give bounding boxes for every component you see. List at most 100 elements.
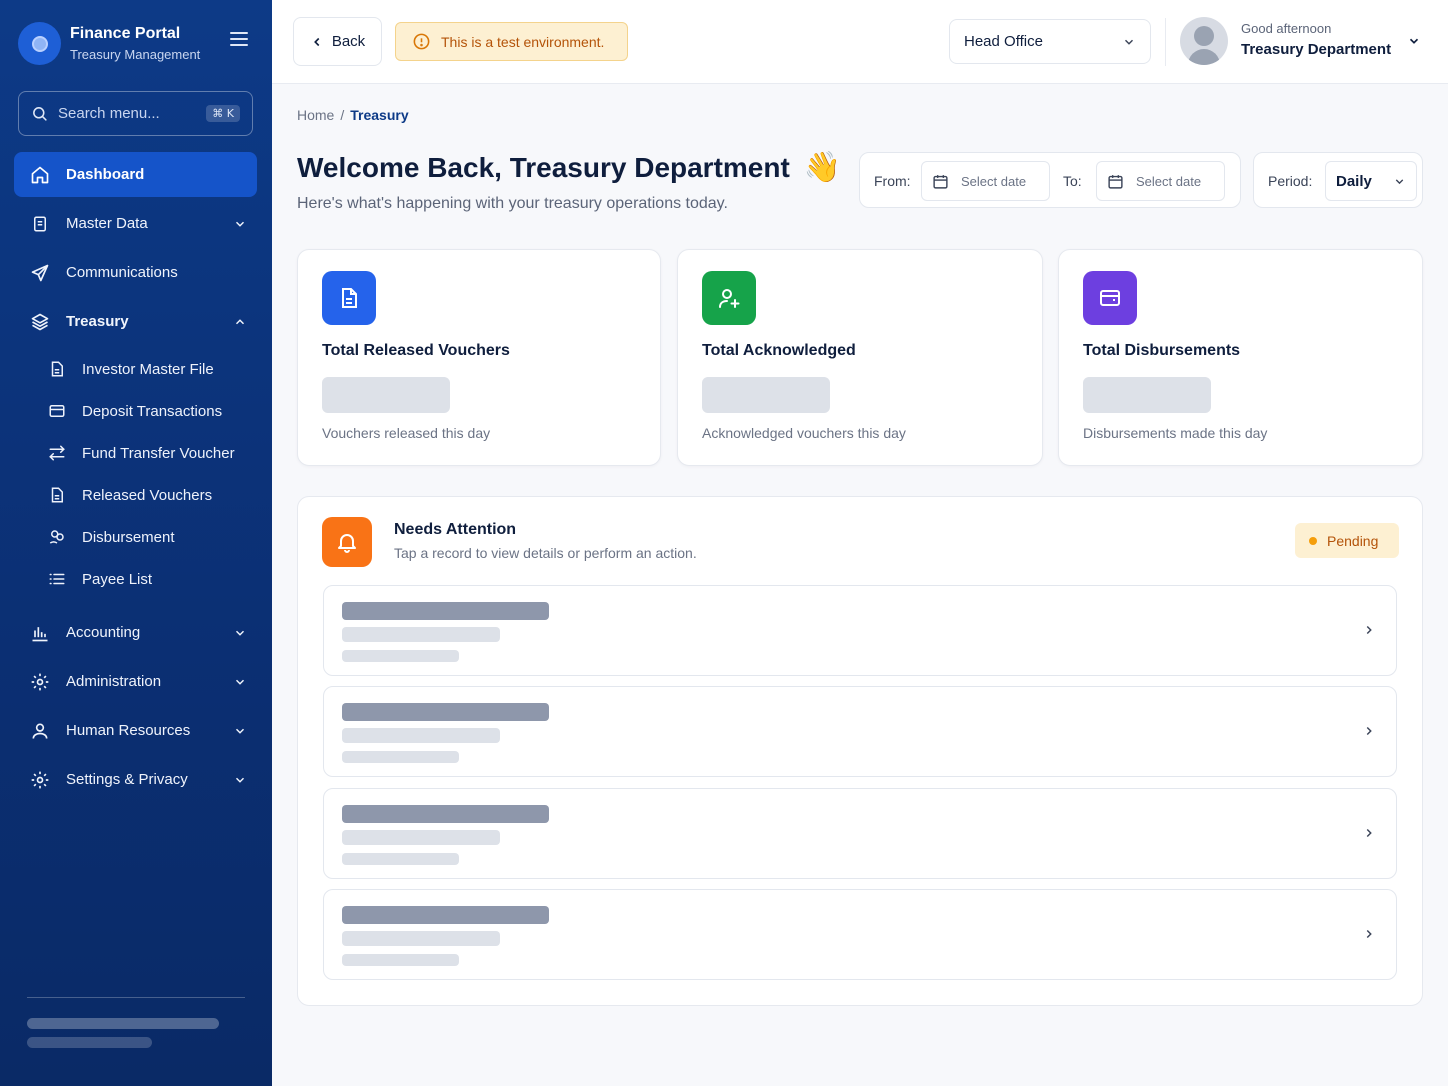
status-badge: Pending xyxy=(1295,523,1399,558)
send-icon xyxy=(30,263,50,283)
document-icon xyxy=(322,271,376,325)
search-input[interactable]: Search menu... ⌘ K xyxy=(18,91,253,136)
chevron-left-icon xyxy=(313,37,320,46)
brand-logo xyxy=(18,22,61,65)
to-label: To: xyxy=(1063,173,1082,189)
calendar-icon xyxy=(1108,174,1123,189)
stat-card-acknowledged[interactable]: Total Acknowledged Acknowledged vouchers… xyxy=(677,249,1043,466)
card-icon xyxy=(49,405,65,417)
sidebar-subitem-label: Released Vouchers xyxy=(82,486,213,504)
needs-attention-subtitle: Tap a record to view details or perform … xyxy=(394,545,697,561)
list-item[interactable] xyxy=(323,889,1397,980)
sidebar-item-master-data[interactable]: Master Data xyxy=(14,201,257,246)
sidebar-item-human-resources[interactable]: Human Resources xyxy=(14,708,257,753)
list-item[interactable] xyxy=(323,585,1397,676)
to-date-input[interactable]: Select date xyxy=(1096,161,1225,201)
chevron-down-icon xyxy=(235,728,245,734)
period-label: Period: xyxy=(1268,173,1313,189)
layers-icon xyxy=(30,312,50,332)
sidebar-item-accounting[interactable]: Accounting xyxy=(14,610,257,655)
page-subtitle: Here's what's happening with your treasu… xyxy=(297,195,728,212)
office-select[interactable]: Head Office xyxy=(949,19,1151,64)
stat-card-title: Total Disbursements xyxy=(1083,342,1241,359)
sidebar-divider xyxy=(27,997,245,998)
needs-attention-title: Needs Attention xyxy=(394,521,517,538)
sidebar-subitem-disbursement[interactable]: Disbursement xyxy=(14,516,257,558)
chevron-down-icon xyxy=(235,777,245,783)
list-item[interactable] xyxy=(323,788,1397,879)
gear-icon xyxy=(30,770,50,790)
chevron-right-icon xyxy=(1366,929,1372,939)
search-icon xyxy=(33,107,47,121)
needs-attention-panel: Needs Attention Tap a record to view det… xyxy=(297,496,1423,1006)
file-icon xyxy=(51,361,63,377)
stat-card-disbursements[interactable]: Total Disbursements Disbursements made t… xyxy=(1058,249,1423,466)
sidebar-subitem-investor-master-file[interactable]: Investor Master File xyxy=(14,348,257,390)
stat-card-description: Disbursements made this day xyxy=(1083,425,1268,441)
sidebar-subitem-label: Disbursement xyxy=(82,528,175,546)
transfer-icon xyxy=(49,445,65,461)
chevron-down-icon[interactable] xyxy=(1407,34,1421,48)
from-date-placeholder: Select date xyxy=(961,173,1027,189)
status-dot xyxy=(1309,536,1317,545)
list-icon xyxy=(49,573,65,585)
sidebar-item-label: Administration xyxy=(66,673,162,690)
sidebar-item-administration[interactable]: Administration xyxy=(14,659,257,704)
stat-value-skeleton xyxy=(702,377,830,413)
chevron-down-icon xyxy=(235,630,245,636)
breadcrumb-separator: / xyxy=(340,107,345,123)
sidebar-item-label: Accounting xyxy=(66,624,141,641)
sidebar-item-label: Communications xyxy=(66,264,178,281)
sidebar-nav: Dashboard Master Data Communications Tre… xyxy=(14,152,257,806)
sidebar-item-settings-privacy[interactable]: Settings & Privacy xyxy=(14,757,257,802)
chevron-down-icon xyxy=(235,679,245,685)
sidebar-item-treasury[interactable]: Treasury xyxy=(14,299,257,344)
brand-subtitle: Treasury Management xyxy=(70,46,201,62)
topbar: Back This is a test environment. Head Of… xyxy=(272,0,1448,84)
period-value: Daily xyxy=(1336,172,1372,190)
topbar-divider xyxy=(1165,18,1166,66)
period-select[interactable]: Daily xyxy=(1325,161,1417,201)
chevron-right-icon xyxy=(1366,726,1372,736)
sidebar-subitem-label: Payee List xyxy=(82,570,153,588)
sidebar-subitem-payee-list[interactable]: Payee List xyxy=(14,558,257,600)
gear-icon xyxy=(30,672,50,692)
from-date-input[interactable]: Select date xyxy=(921,161,1050,201)
search-placeholder: Search menu... xyxy=(58,105,160,122)
chevron-down-icon xyxy=(1124,39,1134,45)
user-menu[interactable]: Good afternoon Treasury Department xyxy=(1180,17,1391,65)
period-filter: Period: Daily xyxy=(1253,152,1423,208)
stat-card-title: Total Acknowledged xyxy=(702,342,856,359)
sidebar-subitem-released-vouchers[interactable]: Released Vouchers xyxy=(14,474,257,516)
chevron-up-icon xyxy=(235,318,245,324)
sidebar-subitem-deposit-transactions[interactable]: Deposit Transactions xyxy=(14,390,257,432)
list-item[interactable] xyxy=(323,686,1397,777)
brand-title: Finance Portal xyxy=(70,24,181,42)
stat-card-released-vouchers[interactable]: Total Released Vouchers Vouchers release… xyxy=(297,249,661,466)
status-badge-label: Pending xyxy=(1327,532,1379,549)
brand: Finance Portal Treasury Management xyxy=(18,22,200,65)
info-icon xyxy=(413,33,430,50)
date-range-filter: From: Select date To: Select date xyxy=(859,152,1241,208)
sidebar: Finance Portal Treasury Management Searc… xyxy=(0,0,272,1086)
sidebar-footer-skeleton xyxy=(27,1037,152,1048)
back-button[interactable]: Back xyxy=(293,17,382,66)
sidebar-item-label: Human Resources xyxy=(66,722,191,739)
page-title: Welcome Back, Treasury Department 👋 xyxy=(297,150,841,185)
chevron-right-icon xyxy=(1366,625,1372,635)
breadcrumb-home[interactable]: Home xyxy=(297,107,334,123)
greeting: Good afternoon xyxy=(1241,21,1332,36)
user-plus-icon xyxy=(702,271,756,325)
stat-value-skeleton xyxy=(1083,377,1211,413)
menu-toggle-icon[interactable] xyxy=(230,32,248,48)
stat-value-skeleton xyxy=(322,377,450,413)
sidebar-item-dashboard[interactable]: Dashboard xyxy=(14,152,257,197)
sidebar-item-communications[interactable]: Communications xyxy=(14,250,257,295)
sidebar-item-label: Settings & Privacy xyxy=(66,771,188,788)
hand-coins-icon xyxy=(49,530,64,544)
chevron-down-icon xyxy=(1395,178,1404,184)
sidebar-subitem-fund-transfer-voucher[interactable]: Fund Transfer Voucher xyxy=(14,432,257,474)
search-shortcut: ⌘ K xyxy=(206,105,240,122)
file-icon xyxy=(51,487,63,503)
sidebar-item-label: Treasury xyxy=(66,313,129,330)
